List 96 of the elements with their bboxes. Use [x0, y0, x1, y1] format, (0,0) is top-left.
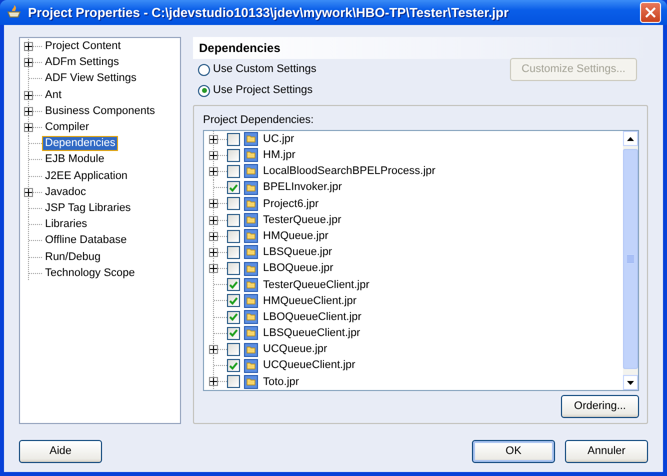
- expand-icon[interactable]: [24, 42, 33, 52]
- project-name[interactable]: UCQueueClient.jpr: [263, 357, 356, 374]
- expand-icon[interactable]: [24, 123, 33, 132]
- dialog-button[interactable]: Aide: [19, 440, 102, 462]
- project-name[interactable]: TesterQueue.jpr: [263, 212, 342, 228]
- expand-icon[interactable]: [209, 134, 218, 144]
- tree-item[interactable]: Technology Scope: [42, 266, 138, 281]
- expand-icon[interactable]: [24, 90, 33, 100]
- tree-item[interactable]: EJB Module: [42, 152, 108, 168]
- checkbox[interactable]: [227, 294, 240, 308]
- expand-icon[interactable]: [209, 166, 218, 176]
- project-name[interactable]: UC.jpr: [263, 130, 294, 148]
- tree-item[interactable]: Ant: [42, 88, 65, 103]
- tree-item[interactable]: Offline Database: [42, 233, 130, 248]
- expand-icon[interactable]: [24, 188, 33, 197]
- project-name[interactable]: Toto.jpr: [263, 374, 300, 390]
- checkbox[interactable]: [227, 214, 240, 227]
- project-name[interactable]: Project6.jpr: [263, 196, 319, 212]
- scroll-thumb[interactable]: [623, 149, 638, 369]
- folder-icon: [244, 180, 258, 195]
- expand-icon[interactable]: [209, 150, 218, 160]
- checkbox[interactable]: [227, 375, 240, 388]
- tree-item[interactable]: Business Components: [42, 104, 158, 119]
- folder-icon: [244, 196, 258, 211]
- radio-label: Use Project Settings: [213, 83, 313, 98]
- checkbox[interactable]: [227, 310, 240, 324]
- folder-icon: [244, 164, 258, 178]
- tree-item[interactable]: JSP Tag Libraries: [42, 200, 134, 216]
- radio-button[interactable]: [198, 64, 210, 76]
- project-name[interactable]: LBSQueueClient.jpr: [263, 325, 360, 342]
- expand-icon[interactable]: [209, 216, 218, 225]
- project-name[interactable]: LBOQueue.jpr: [263, 260, 334, 277]
- checkbox[interactable]: [227, 326, 240, 340]
- project-name[interactable]: LocalBloodSearchBPELProcess.jpr: [263, 163, 436, 180]
- tree-item[interactable]: Project Content: [42, 39, 124, 54]
- checkbox[interactable]: [227, 197, 240, 210]
- expand-icon[interactable]: [209, 248, 218, 257]
- checkbox[interactable]: [227, 343, 240, 356]
- tree-item[interactable]: ADF View Settings: [42, 71, 140, 86]
- checkbox[interactable]: [227, 262, 240, 276]
- expand-icon[interactable]: [24, 106, 33, 116]
- tree-item[interactable]: Run/Debug: [42, 250, 104, 265]
- expand-icon[interactable]: [24, 58, 33, 68]
- project-name[interactable]: HMQueue.jpr: [263, 228, 328, 244]
- scrollbar[interactable]: [623, 131, 638, 390]
- project-name[interactable]: HMQueueClient.jpr: [263, 292, 357, 310]
- window-title: Project Properties - C:\jdevstudio10133\jdev\mywork\HBO-TP\Tester\Tester.jpr: [28, 4, 510, 22]
- close-icon[interactable]: [645, 6, 656, 18]
- folder-icon: [244, 262, 258, 276]
- checkbox[interactable]: [227, 246, 240, 259]
- project-name[interactable]: HM.jpr: [263, 147, 296, 164]
- folder-icon: [244, 245, 258, 260]
- folder-icon: [244, 278, 258, 292]
- close-button[interactable]: [640, 2, 661, 23]
- tree-item[interactable]: Javadoc: [42, 184, 89, 200]
- group-label: Project Dependencies:: [203, 112, 315, 128]
- expand-icon[interactable]: [209, 264, 218, 274]
- radio-button[interactable]: [198, 84, 210, 96]
- folder-icon: [244, 326, 258, 340]
- folder-icon: [244, 213, 258, 228]
- folder-icon: [244, 310, 258, 324]
- project-name[interactable]: LBSQueue.jpr: [263, 244, 332, 261]
- tree-item[interactable]: ADFm Settings: [42, 55, 122, 70]
- scroll-down-icon[interactable]: [623, 375, 638, 390]
- checkbox[interactable]: [227, 230, 240, 243]
- tree-item[interactable]: Dependencies: [42, 136, 118, 152]
- folder-icon: [244, 374, 258, 389]
- project-name[interactable]: BPELInvoker.jpr: [263, 179, 342, 196]
- checkbox[interactable]: [227, 148, 240, 162]
- checkbox[interactable]: [227, 359, 240, 372]
- project-name[interactable]: LBOQueueClient.jpr: [263, 308, 362, 326]
- dialog-button[interactable]: OK: [472, 440, 555, 462]
- expand-icon[interactable]: [209, 345, 218, 354]
- folder-icon: [244, 148, 258, 162]
- folder-icon: [244, 294, 258, 308]
- dialog-button[interactable]: Annuler: [565, 440, 648, 462]
- folder-icon: [244, 229, 258, 244]
- tree-item[interactable]: Compiler: [42, 120, 92, 136]
- tree-item[interactable]: J2EE Application: [42, 168, 131, 184]
- radio-label: Use Custom Settings: [213, 62, 316, 78]
- expand-icon[interactable]: [209, 377, 218, 386]
- app-icon: [6, 4, 22, 20]
- expand-icon[interactable]: [209, 199, 218, 208]
- checkbox[interactable]: [227, 181, 240, 194]
- checkbox[interactable]: [227, 132, 240, 146]
- ordering-button[interactable]: Ordering...: [561, 395, 639, 418]
- checkbox[interactable]: [227, 164, 240, 178]
- checkbox[interactable]: [227, 278, 240, 292]
- project-name[interactable]: UCQueue.jpr: [263, 341, 328, 358]
- expand-icon[interactable]: [209, 232, 218, 241]
- folder-icon: [244, 342, 258, 357]
- folder-icon: [244, 358, 258, 373]
- scroll-up-icon[interactable]: [623, 131, 638, 146]
- folder-icon: [244, 132, 258, 146]
- tree-item[interactable]: Libraries: [42, 217, 90, 232]
- project-name[interactable]: TesterQueueClient.jpr: [263, 276, 370, 294]
